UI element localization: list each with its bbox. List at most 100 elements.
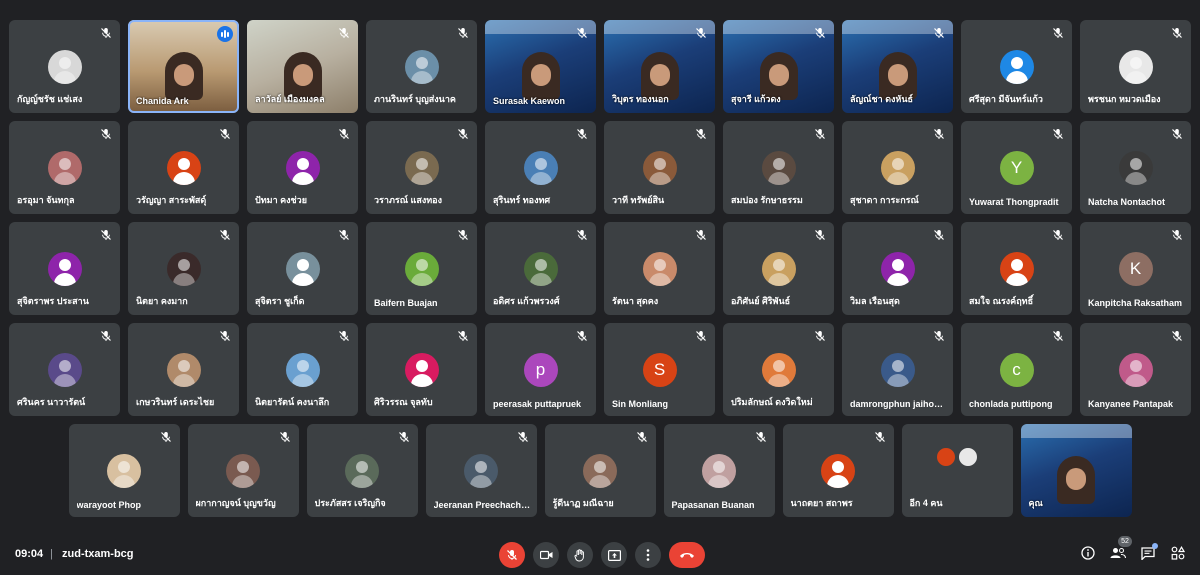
participant-video-tile[interactable]: ลัญณ์ชา ดงหันธ์ [842, 20, 953, 113]
camera-toggle-button[interactable] [533, 542, 559, 568]
participant-name: อภิศันย์ ศิริพันธ์ [731, 296, 791, 306]
participant-tile[interactable]: เกษวรินทร์ เดระไชย [128, 323, 239, 416]
participant-tile[interactable]: พรชนก หมวดเมือง [1080, 20, 1191, 113]
participant-tile[interactable]: Baifern Buajan [366, 222, 477, 315]
participant-video-tile[interactable]: คุณ [1020, 424, 1132, 517]
participant-name: อีก 4 คน [909, 498, 943, 508]
avatar [1118, 353, 1153, 387]
people-button[interactable]: 52 [1110, 536, 1132, 561]
participant-tile[interactable]: อรอุมา จันทกุล [9, 121, 120, 214]
avatar [404, 353, 439, 387]
participant-tile[interactable]: สมใจ ณรงค์ฤทธิ์ [961, 222, 1072, 315]
participant-tile[interactable]: ศิริวรรณ จุลทับ [366, 323, 477, 416]
leave-call-button[interactable] [669, 542, 705, 568]
participant-tile[interactable]: นาถตยา สถาพร [782, 424, 894, 517]
participant-tile[interactable]: สุรินทร์ ทองทศ [485, 121, 596, 214]
participant-tile[interactable]: นิตยา คงมาก [128, 222, 239, 315]
participant-name: สุรินทร์ ทองทศ [493, 195, 551, 205]
participant-tile[interactable]: Papasanan Buanan [663, 424, 775, 517]
avatar [1118, 151, 1153, 185]
avatar: c [999, 353, 1034, 387]
participant-video-tile[interactable]: สุจารี แก้วดง [723, 20, 834, 113]
participant-tile[interactable]: ผกากาญจน์ บุญขวัญ [187, 424, 299, 517]
participant-name: อรอุมา จันทกุล [17, 195, 75, 205]
avatar [345, 454, 379, 488]
raise-hand-button[interactable] [567, 542, 593, 568]
grouped-avatars [935, 446, 979, 468]
participant-tile[interactable]: วาที ทรัพย์สิน [604, 121, 715, 214]
tile-row: อรอุมา จันทกุล วรัญญา สาระพัสดุ์ ปัทมา คงช… [8, 121, 1192, 214]
more-participants-tile[interactable]: อีก 4 คน [901, 424, 1013, 517]
participant-name: อดิศร แก้วพรวงศ์ [493, 296, 560, 306]
activities-button[interactable] [1170, 545, 1186, 561]
participant-tile[interactable]: สุจิตรา ชูเก็ด [247, 222, 358, 315]
participant-tile[interactable]: K Kanpitcha Raksatham [1080, 222, 1191, 315]
participant-tile[interactable]: Kanyanee Pantapak [1080, 323, 1191, 416]
participant-video-tile[interactable]: Surasak Kaewon [485, 20, 596, 113]
participant-tile[interactable]: Y Yuwarat Thongpradit [961, 121, 1072, 214]
mic-off-icon [220, 331, 230, 341]
participant-name: วิมล เรือนสุด [850, 296, 900, 306]
mic-off-icon [517, 432, 528, 442]
participant-name: warayoot Phop [76, 500, 142, 510]
more-options-button[interactable] [635, 542, 661, 568]
participant-tile[interactable]: ประภัสสร เจริญกิจ [306, 424, 418, 517]
mic-off-icon [1053, 230, 1063, 240]
avatar [166, 353, 201, 387]
mic-off-icon [220, 129, 230, 139]
participant-tile[interactable]: ศรินคร นาวารัตน์ [9, 323, 120, 416]
participant-tile[interactable]: วรัญญา สาระพัสดุ์ [128, 121, 239, 214]
participant-tile[interactable]: รู้ดีนาฏ มณีฉาย [544, 424, 656, 517]
participant-tile[interactable]: ภานรินทร์ บุญส่งนาค [366, 20, 477, 113]
separator: | [50, 548, 53, 560]
participant-tile[interactable]: สุชาดา การะกรณ์ [842, 121, 953, 214]
participant-tile[interactable]: ศรีสุดา มีจันทร์แก้ว [961, 20, 1072, 113]
mic-off-icon [815, 28, 825, 38]
participant-name: Baifern Buajan [374, 298, 438, 308]
participant-tile[interactable]: อภิศันย์ ศิริพันธ์ [723, 222, 834, 315]
avatar [880, 252, 915, 286]
bottom-bar: 09:04 | zud-txam-bcg 52 [0, 533, 1200, 575]
present-screen-button[interactable] [601, 542, 627, 568]
chat-button[interactable] [1140, 543, 1158, 561]
participant-tile[interactable]: S Sin Monliang [604, 323, 715, 416]
participant-tile[interactable]: Jeeranan Preechachan [425, 424, 537, 517]
participant-tile[interactable]: กัญญ์ชรัช แช่เสง [9, 20, 120, 113]
participant-tile[interactable]: c chonlada puttipong [961, 323, 1072, 416]
people-icon [1110, 548, 1126, 559]
participant-name: Jeeranan Preechachan [433, 500, 531, 510]
participant-tile[interactable]: ปัทมา คงช่วย [247, 121, 358, 214]
mic-off-icon [458, 230, 468, 240]
participant-tile[interactable]: สุจิตราพร ประสาน [9, 222, 120, 315]
participant-tile[interactable]: วราภรณ์ แสงทอง [366, 121, 477, 214]
participant-tile[interactable]: สมปอง รักษาธรรม [723, 121, 834, 214]
mic-off-icon [1053, 28, 1063, 38]
avatar: S [642, 353, 677, 387]
mic-off-icon [934, 129, 944, 139]
mic-off-icon [339, 28, 349, 38]
mic-off-icon [101, 331, 111, 341]
more-vertical-icon [646, 549, 650, 561]
avatar: p [523, 353, 558, 387]
avatar [166, 252, 201, 286]
participant-tile[interactable]: p peerasak puttapruek [485, 323, 596, 416]
participant-video-tile[interactable]: ลาวัลย์ เมืองมงคล [247, 20, 358, 113]
microphone-toggle-button[interactable] [499, 542, 525, 568]
avatar [761, 151, 796, 185]
meeting-details-button[interactable] [1080, 545, 1096, 561]
participant-tile[interactable]: damrongphun jaihow... [842, 323, 953, 416]
participant-name: ศรินคร นาวารัตน์ [17, 397, 86, 407]
participant-tile[interactable]: รัตนา สุดคง [604, 222, 715, 315]
participant-tile[interactable]: อดิศร แก้วพรวงศ์ [485, 222, 596, 315]
participant-tile[interactable]: warayoot Phop [68, 424, 180, 517]
tile-row: warayoot Phop ผกากาญจน์ บุญขวัญ ประภัสสร เ… [8, 424, 1192, 517]
participant-name: Kanpitcha Raksatham [1088, 298, 1183, 308]
participant-tile[interactable]: ปริมลักษณ์ ดงวิดใหม่ [723, 323, 834, 416]
participant-tile[interactable]: วิมล เรือนสุด [842, 222, 953, 315]
participant-video-tile[interactable]: Chanida Ark [128, 20, 239, 113]
video-person [164, 52, 203, 100]
participant-video-tile[interactable]: วิบุตร ทองนอก [604, 20, 715, 113]
participant-tile[interactable]: Natcha Nontachot [1080, 121, 1191, 214]
participant-tile[interactable]: นิตยารัตน์ คงนาลึก [247, 323, 358, 416]
avatar [464, 454, 498, 488]
